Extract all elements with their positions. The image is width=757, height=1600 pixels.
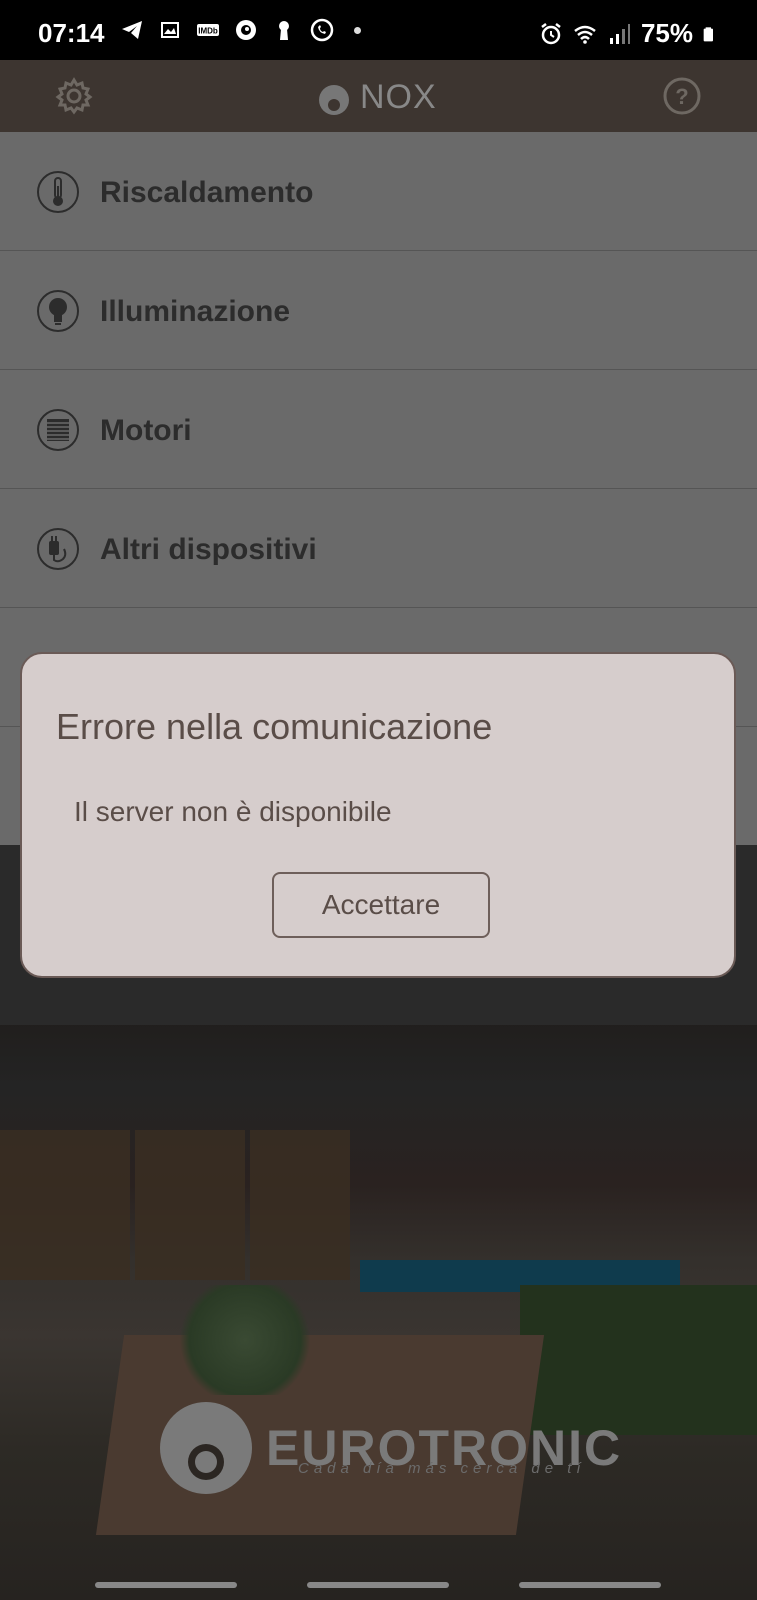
- svg-text:?: ?: [675, 84, 688, 109]
- alarm-icon: [541, 22, 561, 44]
- menu-item-altri-dispositivi[interactable]: Altri dispositivi: [0, 489, 757, 608]
- status-time: 07:14: [38, 18, 105, 48]
- svg-text:IMDb: IMDb: [198, 27, 218, 36]
- brand-tagline: Cada día más cerca de tí: [298, 1460, 586, 1477]
- menu-item-motori[interactable]: Motori: [0, 370, 757, 489]
- app-icon: [236, 20, 256, 40]
- eurotronic-logo-icon: [160, 1402, 252, 1494]
- status-bar: 07:14 IMDb 75%: [0, 0, 757, 60]
- plug-icon: [37, 528, 79, 570]
- nav-recents-handle[interactable]: [95, 1582, 237, 1588]
- accept-button[interactable]: Accettare: [272, 872, 490, 938]
- wifi-icon: [574, 25, 596, 44]
- keyhole-icon: [279, 21, 289, 40]
- more-notifications-dot: [354, 26, 361, 34]
- menu-item-label: Illuminazione: [100, 295, 291, 328]
- plant: [170, 1285, 320, 1395]
- battery-icon: [703, 26, 713, 41]
- menu-item-illuminazione[interactable]: Illuminazione: [0, 251, 757, 370]
- app-header: NOX ?: [0, 60, 757, 132]
- house-window: [0, 1130, 130, 1280]
- image-icon: [161, 22, 179, 38]
- app-logo: NOX: [316, 78, 437, 117]
- help-icon[interactable]: ?: [662, 76, 702, 116]
- thermometer-icon: [37, 171, 79, 213]
- menu-item-label: Motori: [100, 414, 192, 447]
- house-window: [250, 1130, 350, 1280]
- blinds-icon: [37, 409, 79, 451]
- navigation-bar: [0, 1560, 757, 1600]
- menu-item-label: Altri dispositivi: [100, 533, 317, 566]
- whatsapp-icon: [310, 18, 334, 42]
- nav-back-handle[interactable]: [519, 1582, 661, 1588]
- app-title: NOX: [360, 78, 437, 116]
- nav-home-handle[interactable]: [307, 1582, 449, 1588]
- gear-icon[interactable]: [54, 76, 94, 116]
- house-window: [135, 1130, 245, 1280]
- nox-logo-icon: [319, 84, 349, 115]
- signal-icon: [609, 23, 630, 44]
- dialog-title: Errore nella comunicazione: [56, 706, 493, 747]
- menu-item-label: Riscaldamento: [100, 176, 314, 209]
- telegram-icon: [122, 21, 142, 39]
- lightbulb-icon: [37, 290, 79, 332]
- notification-icons: IMDb: [120, 18, 361, 42]
- battery-percentage: 75%: [640, 18, 693, 48]
- dialog-message: Il server non è disponibile: [74, 796, 392, 827]
- system-icons: 75%: [539, 18, 719, 49]
- error-dialog: Errore nella comunicazione Il server non…: [20, 652, 736, 978]
- brand-logo: EUROTRONIC: [158, 1400, 622, 1496]
- imdb-icon: IMDb: [197, 24, 219, 36]
- menu-item-riscaldamento[interactable]: Riscaldamento: [0, 132, 757, 251]
